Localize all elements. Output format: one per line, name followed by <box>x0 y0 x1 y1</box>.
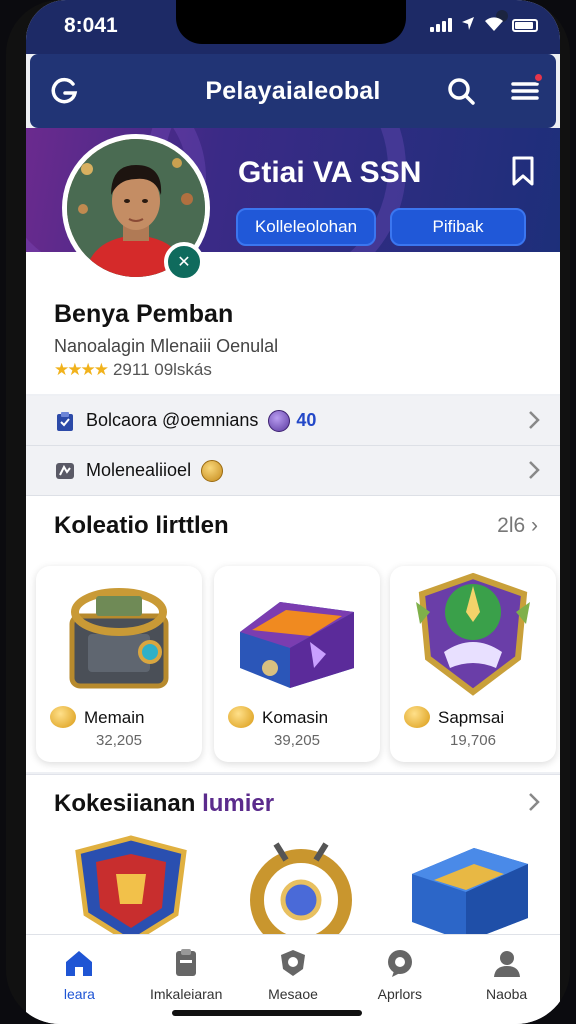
profile-name: Benya Pemban <box>54 300 234 328</box>
status-bar: 8:041 <box>26 0 560 54</box>
home-indicator[interactable] <box>172 1010 362 1016</box>
section-title: Koleatio lirttlen <box>54 512 229 539</box>
map-icon <box>56 462 74 479</box>
notification-dot <box>533 72 544 83</box>
signal-icon <box>430 18 452 32</box>
verified-badge-icon: ✕ <box>164 242 204 282</box>
battery-icon <box>512 19 538 32</box>
guild-shield-icon <box>416 572 530 696</box>
location-icon <box>462 17 474 30</box>
collection-card[interactable]: Sapmsai 19,706 <box>390 566 556 762</box>
collection-card[interactable]: Memain 32,205 <box>36 566 202 762</box>
row-value: 40 <box>296 410 317 430</box>
status-time: 8:041 <box>64 14 118 37</box>
emoji-icon <box>50 706 76 728</box>
card-value: 19,706 <box>450 732 496 749</box>
user-icon <box>493 951 520 977</box>
card-value: 32,205 <box>96 732 142 749</box>
nav-label: Mesaoe <box>268 986 318 1002</box>
list-row-missions[interactable]: Molenealiioel <box>26 446 560 496</box>
menu-button[interactable] <box>508 72 544 108</box>
emoji-icon <box>228 706 254 728</box>
page-title: Pelayaialeobal <box>205 76 381 105</box>
notch <box>176 0 508 44</box>
list-row-achievements[interactable]: Bolcaora @oemnians 40 <box>26 396 560 446</box>
blue-treasure-box-icon[interactable] <box>404 834 534 944</box>
section-title-text: Kokesiianan <box>54 790 196 817</box>
card-value: 39,205 <box>274 732 320 749</box>
status-icons <box>430 16 538 32</box>
crest-shield-icon[interactable] <box>66 834 196 944</box>
g-logo-icon[interactable] <box>48 74 82 108</box>
app-header: Pelayaialeobal <box>30 54 556 128</box>
phone-frame: 8:041 Pelayaialeobal Gtiai VA SSN Kollel… <box>6 0 570 1024</box>
golden-amulet-icon[interactable] <box>236 834 366 944</box>
section-count: 2l6 <box>497 514 526 537</box>
chevron-right-icon <box>529 461 540 479</box>
search-icon[interactable] <box>444 74 478 108</box>
bookmark-icon[interactable] <box>508 154 538 188</box>
clipboard-icon <box>176 949 197 976</box>
card-label: Sapmsai <box>438 708 505 727</box>
profile-action-button[interactable]: Pifibak <box>390 208 526 246</box>
chevron-right-icon <box>529 411 540 429</box>
treasure-chest-icon <box>69 588 169 689</box>
section-title: Kokesiianan lumier <box>54 790 274 818</box>
chat-icon <box>387 950 412 977</box>
card-label: Komasin <box>262 708 329 727</box>
profile-rating: ★★★★ 2911 09lskás <box>54 360 212 380</box>
wifi-icon <box>485 17 503 31</box>
banner-title: Gtiai VA SSN <box>238 156 422 189</box>
nav-options[interactable]: Aprlors <box>346 935 453 1024</box>
chevron-right-icon[interactable] <box>528 792 540 812</box>
section-count-link[interactable]: 2l6 › <box>497 514 538 538</box>
nav-label: Imkaleiaran <box>150 986 223 1002</box>
emoji-icon <box>404 706 430 728</box>
row-label: Molenealiioel <box>86 460 192 480</box>
gold-coin-icon <box>201 459 224 482</box>
profile-subtitle: Nanoalagin Mlenaiii Oenulal <box>54 336 279 356</box>
clipboard-icon <box>57 411 73 431</box>
magic-crate-icon <box>240 602 354 688</box>
nav-label: Naoba <box>485 986 528 1002</box>
home-icon <box>66 951 93 976</box>
nav-home[interactable]: leara <box>26 935 133 1024</box>
nav-label: leara <box>63 986 95 1002</box>
section-title-accent: lumier <box>202 790 275 817</box>
collection-button[interactable]: Kolleleolohan <box>236 208 376 246</box>
app-screen: 8:041 Pelayaialeobal Gtiai VA SSN Kollel… <box>26 0 560 1024</box>
purple-coin-icon <box>268 409 291 432</box>
rating-stars-icon: ★★★★ <box>54 360 109 379</box>
row-label: Bolcaora @oemnians <box>86 410 259 430</box>
card-label: Memain <box>84 708 145 727</box>
nav-label: Aprlors <box>377 986 422 1002</box>
shield-icon <box>280 950 305 976</box>
rating-text: 2911 09lskás <box>112 360 212 379</box>
collection-card[interactable]: Komasin 39,205 <box>214 566 380 762</box>
nav-profile[interactable]: Naoba <box>453 935 560 1024</box>
